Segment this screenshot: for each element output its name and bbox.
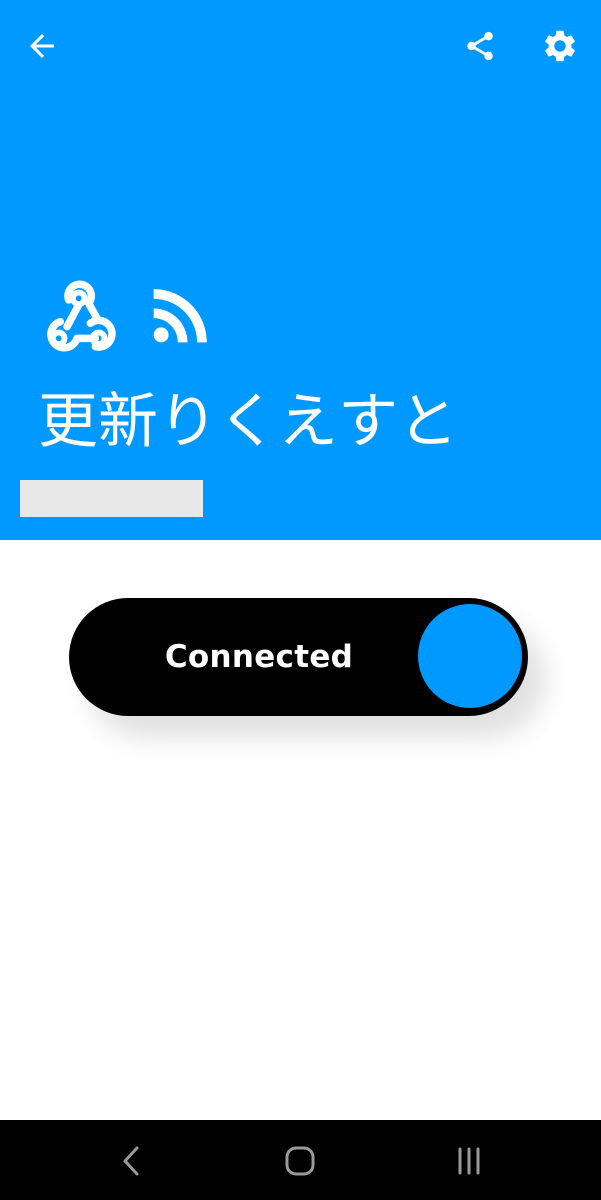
home-rounded-square-icon [285,1146,315,1176]
back-button[interactable] [22,26,62,66]
rss-service [138,272,224,358]
share-button[interactable] [460,26,500,66]
applet-header: 更新りくえすと [0,0,601,540]
connection-toggle[interactable]: Connected [69,598,528,716]
nav-back-button[interactable] [106,1138,156,1184]
arrow-left-icon [30,34,54,58]
gear-icon [545,30,575,62]
settings-button[interactable] [540,26,580,66]
webhooks-service [34,272,120,358]
nav-home-button[interactable] [275,1138,325,1184]
rss-feed-icon [153,289,207,343]
toggle-knob [418,604,522,708]
recents-bars-icon [458,1147,480,1175]
chevron-left-icon [123,1146,139,1176]
nav-recents-button[interactable] [444,1138,494,1184]
service-icons [34,272,224,358]
applet-title: 更新りくえすと [38,387,458,457]
webhooks-icon [47,280,116,352]
redacted-text-block [20,480,203,517]
system-nav-bar [0,1120,601,1200]
share-icon [467,31,493,61]
toggle-label: Connected [164,639,354,675]
